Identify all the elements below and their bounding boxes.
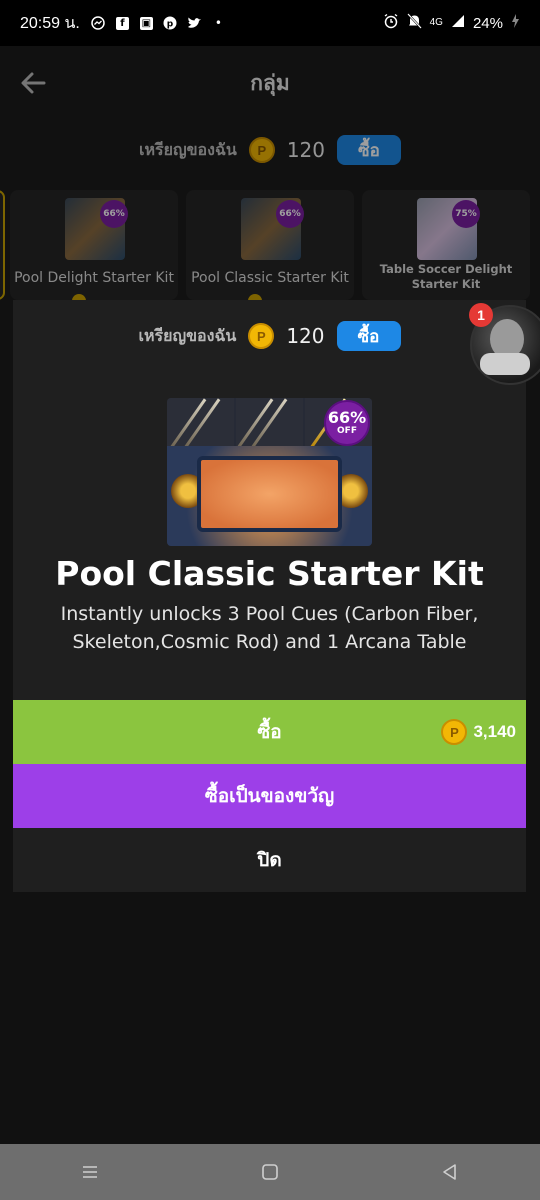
product-dialog: เหรียญของฉัน P 120 ซื้อ 66% OFF Pool Cla… <box>13 300 526 892</box>
home-icon[interactable] <box>255 1157 285 1187</box>
recent-apps-icon[interactable] <box>75 1157 105 1187</box>
buy-button-label: ซื้อ <box>257 721 282 743</box>
messenger-icon <box>90 15 107 32</box>
battery-percent: 24% <box>472 14 503 32</box>
coin-icon: P <box>441 719 468 745</box>
product-title: Pool Classic Starter Kit <box>55 554 484 593</box>
status-time: 20:59 น. <box>20 14 80 32</box>
product-image: 66% OFF <box>167 398 372 546</box>
buy-coins-button[interactable]: ซื้อ <box>336 321 401 351</box>
twitter-icon <box>186 15 203 32</box>
status-bar: 20:59 น. f ▣ p • 4G 24% <box>0 0 540 46</box>
price-tag: P 3,140 <box>441 700 516 764</box>
coin-icon: P <box>248 323 275 349</box>
back-icon[interactable] <box>435 1157 465 1187</box>
close-button[interactable]: ปิด <box>13 828 526 892</box>
coin-amount: 120 <box>286 324 325 348</box>
my-coins-row: เหรียญของฉัน P 120 ซื้อ <box>13 320 526 352</box>
price-amount: 3,140 <box>473 722 516 741</box>
my-coins-label: เหรียญของฉัน <box>138 325 237 345</box>
discount-badge: 66% OFF <box>324 400 370 446</box>
gallery-icon: ▣ <box>139 16 153 30</box>
signal-icon <box>451 14 465 32</box>
facebook-icon: f <box>114 15 131 32</box>
buy-button[interactable]: ซื้อ P 3,140 <box>13 700 526 764</box>
more-dot-icon: • <box>214 16 222 30</box>
network-type: 4G <box>429 17 443 28</box>
notification-badge: 1 <box>469 303 493 327</box>
product-description: Instantly unlocks 3 Pool Cues (Carbon Fi… <box>60 603 479 653</box>
svg-text:p: p <box>167 20 174 30</box>
table-preview <box>167 446 372 546</box>
buy-as-gift-button[interactable]: ซื้อเป็นของขวัญ <box>13 764 526 828</box>
navigation-bar <box>0 1144 540 1200</box>
pinterest-icon: p <box>162 15 179 32</box>
alarm-icon <box>383 13 399 33</box>
charging-icon <box>511 14 520 32</box>
mute-bell-icon <box>406 13 422 33</box>
